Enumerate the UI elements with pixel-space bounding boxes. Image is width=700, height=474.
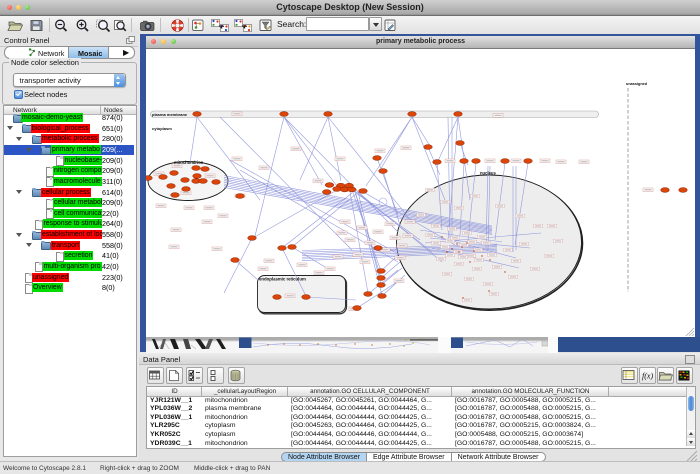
svg-text:nucleus: nucleus <box>480 171 496 176</box>
svg-text:plasma membrane: plasma membrane <box>152 112 188 117</box>
svg-text:endoplasmic reticulum: endoplasmic reticulum <box>259 277 306 282</box>
svg-text:cytoplasm: cytoplasm <box>152 126 172 131</box>
svg-text:f(x): f(x) <box>642 372 653 381</box>
svg-text:unassigned: unassigned <box>626 82 648 86</box>
